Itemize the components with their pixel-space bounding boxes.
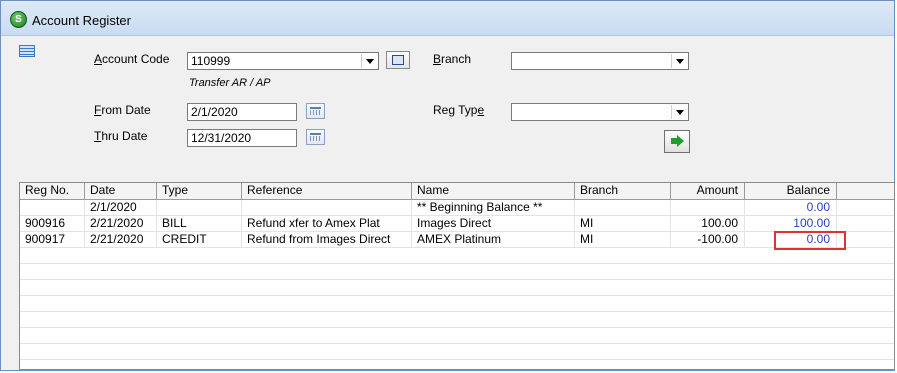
thru-date-calendar-icon[interactable]	[306, 129, 325, 145]
cell-amount: -100.00	[671, 232, 745, 247]
account-code-select[interactable]: 110999	[187, 52, 379, 70]
app-logo-icon: S	[10, 11, 27, 28]
branch-select[interactable]	[511, 52, 689, 70]
column-header-amount[interactable]: Amount	[671, 183, 745, 199]
cell-date: 2/1/2020	[85, 200, 157, 215]
go-arrow-button[interactable]	[664, 130, 690, 153]
column-header-name[interactable]: Name	[412, 183, 575, 199]
cell-reg-no	[20, 200, 85, 215]
cell-date: 2/21/2020	[85, 232, 157, 247]
cell-balance: 100.00	[745, 216, 837, 231]
column-header-type[interactable]: Type	[157, 183, 242, 199]
column-header-date[interactable]: Date	[85, 183, 157, 199]
cell-name: AMEX Platinum	[412, 232, 575, 247]
list-view-icon[interactable]	[19, 45, 35, 57]
empty-row	[20, 280, 894, 296]
chevron-down-icon[interactable]	[671, 105, 687, 119]
grid-header: Reg No. Date Type Reference Name Branch …	[20, 183, 894, 200]
chevron-down-icon[interactable]	[361, 54, 377, 68]
cell-reference	[242, 200, 412, 215]
empty-row	[20, 328, 894, 344]
cell-reference: Refund xfer to Amex Plat	[242, 216, 412, 231]
cell-reg-no: 900916	[20, 216, 85, 231]
branch-label: Branch	[433, 52, 472, 66]
account-description: Transfer AR / AP	[189, 77, 271, 89]
from-date-label: From Date	[94, 103, 151, 117]
account-code-label: Account Code	[94, 52, 170, 66]
cell-type: BILL	[157, 216, 242, 231]
column-header-branch[interactable]: Branch	[575, 183, 671, 199]
account-register-window: S Account Register Account Code 110999 T…	[0, 0, 895, 371]
register-grid[interactable]: Reg No. Date Type Reference Name Branch …	[19, 182, 895, 370]
cell-branch: MI	[575, 216, 671, 231]
column-header-reg-no[interactable]: Reg No.	[20, 183, 85, 199]
title-bar: S Account Register	[1, 1, 894, 36]
thru-date-input[interactable]: 12/31/2020	[187, 129, 297, 147]
cell-amount	[671, 200, 745, 215]
cell-balance: 0.00	[745, 200, 837, 215]
cell-type: CREDIT	[157, 232, 242, 247]
window-title: Account Register	[32, 13, 131, 28]
from-date-input[interactable]: 2/1/2020	[187, 103, 297, 121]
cell-branch	[575, 200, 671, 215]
empty-row	[20, 248, 894, 264]
empty-row	[20, 312, 894, 328]
cell-reg-no: 900917	[20, 232, 85, 247]
cell-type	[157, 200, 242, 215]
empty-row	[20, 296, 894, 312]
cell-date: 2/21/2020	[85, 216, 157, 231]
table-row[interactable]: 900917 2/21/2020 CREDIT Refund from Imag…	[20, 232, 894, 248]
cell-reference: Refund from Images Direct	[242, 232, 412, 247]
cell-name: ** Beginning Balance **	[412, 200, 575, 215]
chevron-down-icon[interactable]	[671, 54, 687, 68]
account-lookup-book-icon[interactable]	[386, 51, 410, 69]
from-date-calendar-icon[interactable]	[306, 103, 325, 119]
reg-type-label: Reg Type	[433, 103, 485, 117]
empty-row	[20, 344, 894, 360]
cell-name: Images Direct	[412, 216, 575, 231]
cell-branch: MI	[575, 232, 671, 247]
reg-type-select[interactable]	[511, 103, 689, 121]
column-header-reference[interactable]: Reference	[242, 183, 412, 199]
table-row[interactable]: 900916 2/21/2020 BILL Refund xfer to Ame…	[20, 216, 894, 232]
column-header-balance[interactable]: Balance	[745, 183, 837, 199]
thru-date-label: Thru Date	[94, 129, 148, 143]
column-header-filler	[837, 183, 894, 199]
balance-highlight-box	[774, 231, 846, 250]
table-row[interactable]: 2/1/2020 ** Beginning Balance ** 0.00	[20, 200, 894, 216]
empty-row	[20, 264, 894, 280]
cell-amount: 100.00	[671, 216, 745, 231]
